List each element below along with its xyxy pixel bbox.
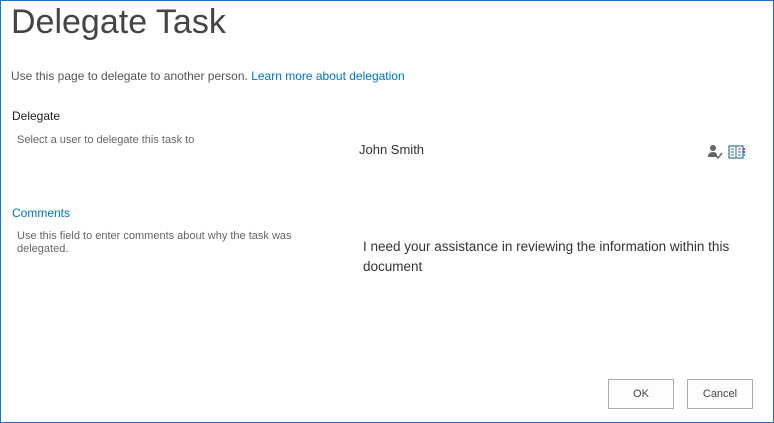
- intro-text: Use this page to delegate to another per…: [11, 69, 405, 83]
- comments-label: Comments: [12, 206, 71, 220]
- page-title: Delegate Task: [11, 3, 226, 41]
- delegate-label: Delegate: [12, 109, 61, 123]
- delegate-picker-icons: [707, 144, 746, 165]
- delegate-people-picker[interactable]: John Smith: [359, 142, 424, 157]
- delegate-description: Select a user to delegate this task to: [17, 134, 195, 146]
- comments-textarea[interactable]: I need your assistance in reviewing the …: [363, 237, 743, 277]
- intro-description: Use this page to delegate to another per…: [11, 69, 248, 83]
- learn-more-link[interactable]: Learn more about delegation: [251, 69, 404, 83]
- dialog-window: Delegate Task Use this page to delegate …: [0, 0, 774, 423]
- check-names-icon[interactable]: [707, 144, 723, 165]
- browse-address-book-icon[interactable]: [728, 145, 746, 164]
- ok-button[interactable]: OK: [608, 379, 674, 409]
- comments-description: Use this field to enter comments about w…: [17, 230, 292, 255]
- cancel-button[interactable]: Cancel: [687, 379, 753, 409]
